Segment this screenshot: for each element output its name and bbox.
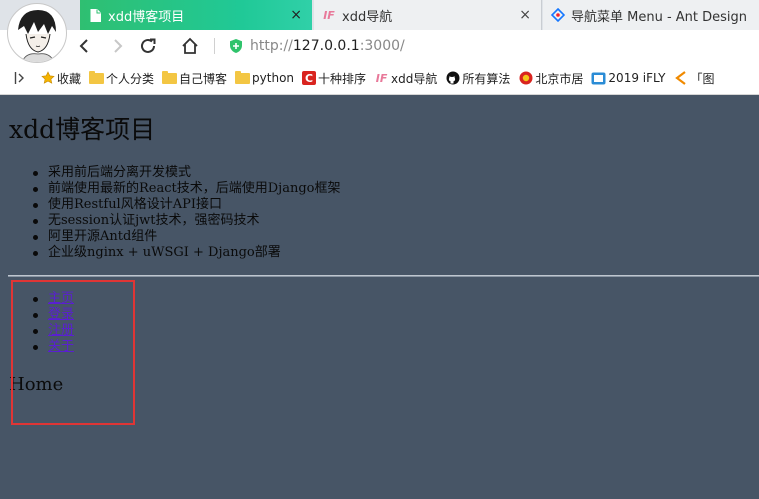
bookmark-favorites[interactable]: 收藏: [40, 70, 81, 87]
feature-item: 使用Restful风格设计API接口: [32, 197, 340, 213]
tab-label: xdd导航: [342, 9, 393, 25]
bookmark-ifly[interactable]: 2019 iFLY: [591, 71, 665, 85]
bookmark-label: xdd导航: [391, 71, 438, 86]
feature-item: 采用前后端分离开发模式: [32, 165, 340, 181]
divider: [8, 275, 759, 277]
forward-arrow-icon[interactable]: [108, 36, 128, 56]
bookmark-label: python: [252, 71, 295, 85]
bookmark-folder-blog[interactable]: 自己博客: [162, 70, 227, 87]
bookmark-ten-sorts[interactable]: C 十种排序: [302, 70, 366, 87]
github-icon: [445, 71, 460, 85]
bookmark-label: 个人分类: [106, 71, 155, 86]
bookmark-label: 所有算法: [462, 71, 511, 86]
bookmarks-bar: 收藏 个人分类 自己博客 python C 十种排序 IF xdd导航 所有算法…: [0, 62, 759, 95]
bookmark-more[interactable]: 「图: [673, 70, 714, 87]
gov-emblem-icon: [518, 71, 533, 85]
bookmark-label: 收藏: [57, 71, 82, 86]
page-viewport: xdd博客项目 采用前后端分离开发模式 前端使用最新的React技术，后端使用D…: [0, 95, 759, 499]
url-port: :3000/: [359, 38, 405, 54]
tab-ant-design-menu[interactable]: 导航菜单 Menu - Ant Design: [543, 0, 759, 30]
avatar[interactable]: [7, 3, 67, 63]
feature-item: 阿里开源Antd组件: [32, 229, 340, 245]
close-icon[interactable]: ×: [290, 7, 302, 23]
back-arrow-icon[interactable]: [74, 36, 94, 56]
bookmark-xdd-nav[interactable]: IF xdd导航: [374, 70, 438, 87]
folder-icon: [89, 70, 105, 84]
ifly-logo-icon: [591, 71, 606, 85]
reload-icon[interactable]: [138, 36, 158, 56]
url-scheme: http://: [250, 38, 293, 54]
shield-icon: [228, 38, 244, 54]
folder-icon: [235, 70, 251, 84]
feature-list: 采用前后端分离开发模式 前端使用最新的React技术，后端使用Django框架 …: [32, 165, 341, 261]
bookmark-label: 十种排序: [318, 71, 367, 86]
bookmark-folder-python[interactable]: python: [235, 70, 295, 85]
page-icon: [88, 8, 102, 22]
close-icon[interactable]: ×: [519, 7, 531, 23]
tab-label: 导航菜单 Menu - Ant Design: [571, 9, 748, 25]
bookmark-all-algorithms[interactable]: 所有算法: [445, 70, 510, 87]
tab-xdd-blog[interactable]: xdd博客项目 ×: [80, 0, 312, 30]
toolbar: http://127.0.0.1:3000/: [0, 30, 759, 62]
tab-label: xdd博客项目: [108, 9, 185, 25]
folder-icon: [162, 70, 178, 84]
page-title: xdd博客项目: [9, 115, 156, 144]
feature-item: 无session认证jwt技术，强密码技术: [32, 213, 340, 229]
tab-xdd-nav[interactable]: IF xdd导航 ×: [314, 0, 542, 30]
url-host: 127.0.0.1: [292, 38, 360, 54]
bookmark-label: 自己博客: [179, 71, 228, 86]
bookmark-beijing[interactable]: 北京市居: [518, 70, 583, 87]
feature-item: 企业级nginx + uWSGI + Django部署: [32, 245, 340, 261]
tab-strip: xdd博客项目 × IF xdd导航 × 导航菜单 Menu - Ant Des…: [0, 0, 759, 30]
toolbar-divider: [214, 38, 215, 54]
star-icon: [40, 71, 55, 85]
home-icon[interactable]: [180, 36, 200, 56]
feature-item: 前端使用最新的React技术，后端使用Django框架: [32, 181, 341, 196]
highlight-box: [11, 280, 135, 425]
bookmark-label: 北京市居: [535, 71, 584, 86]
bookmark-label: 2019 iFLY: [608, 71, 666, 85]
bookmark-label: 「图: [690, 71, 715, 86]
pointer-logo-icon: [673, 71, 688, 85]
bookmark-folder-personal[interactable]: 个人分类: [89, 70, 154, 87]
xdd-logo-icon: IF: [375, 71, 388, 85]
red-c-logo-icon: C: [302, 71, 317, 85]
sidebar-toggle-icon[interactable]: [14, 71, 26, 85]
address-bar[interactable]: http://127.0.0.1:3000/: [228, 34, 759, 58]
xdd-logo-icon: IF: [323, 8, 335, 22]
ant-design-logo-icon: [551, 8, 565, 22]
